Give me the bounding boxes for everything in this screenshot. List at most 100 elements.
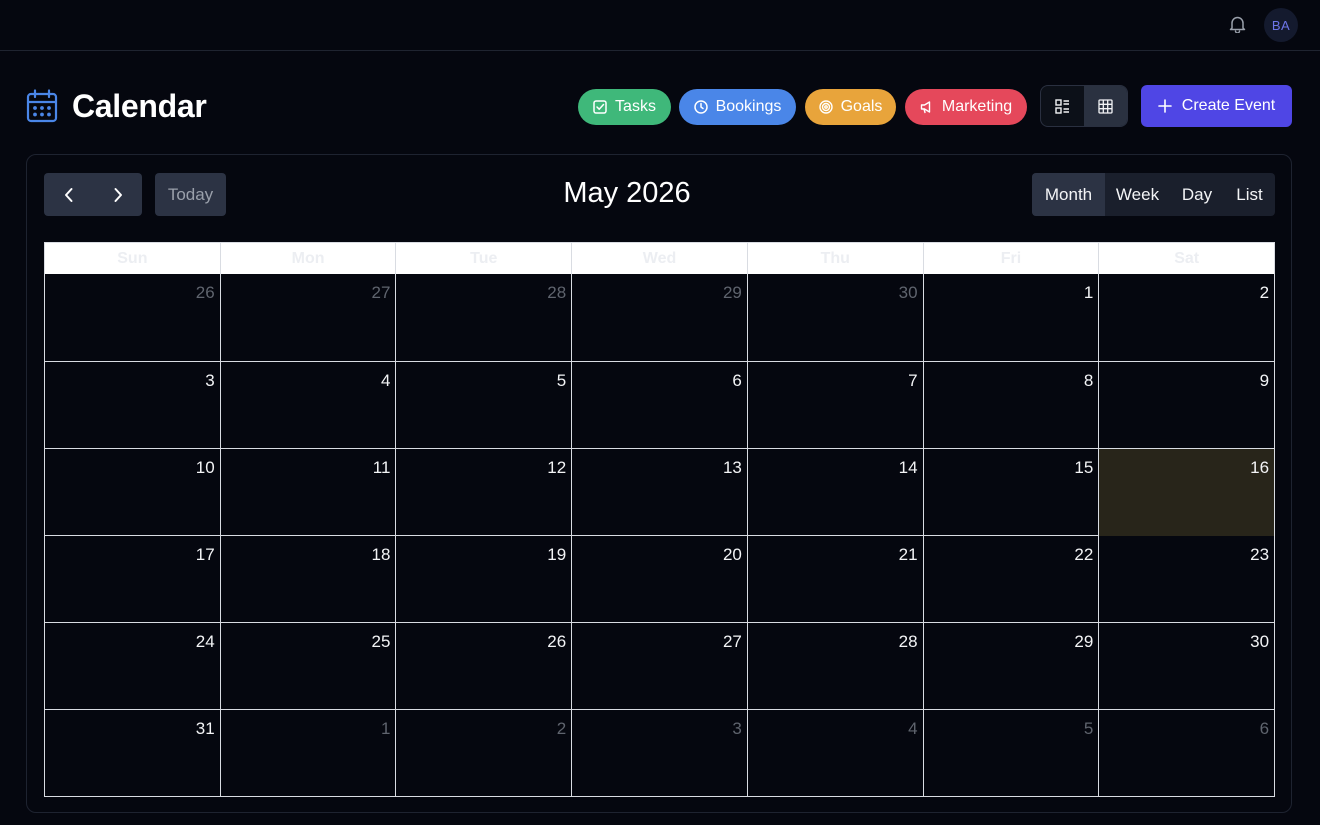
day-number[interactable]: 5 xyxy=(557,371,566,391)
day-cell[interactable]: 27 xyxy=(221,274,397,361)
next-month-button[interactable] xyxy=(93,173,142,216)
day-number[interactable]: 21 xyxy=(899,545,918,565)
filter-marketing-button[interactable]: Marketing xyxy=(905,89,1027,125)
day-cell[interactable]: 3 xyxy=(572,710,748,797)
day-number[interactable]: 6 xyxy=(732,371,741,391)
day-cell[interactable]: 2 xyxy=(1099,274,1274,361)
day-number[interactable]: 30 xyxy=(1250,632,1269,652)
day-cell[interactable]: 25 xyxy=(221,623,397,710)
day-cell[interactable]: 13 xyxy=(572,449,748,536)
day-number[interactable]: 27 xyxy=(372,283,391,303)
day-number[interactable]: 2 xyxy=(557,719,566,739)
day-cell[interactable]: 1 xyxy=(924,274,1100,361)
day-cell[interactable]: 31 xyxy=(45,710,221,797)
filter-bookings-button[interactable]: Bookings xyxy=(679,89,796,125)
day-number[interactable]: 10 xyxy=(196,458,215,478)
day-cell[interactable]: 15 xyxy=(924,449,1100,536)
day-cell[interactable]: 1 xyxy=(221,710,397,797)
day-cell[interactable]: 17 xyxy=(45,536,221,623)
day-cell[interactable]: 14 xyxy=(748,449,924,536)
day-number[interactable]: 1 xyxy=(1084,283,1093,303)
day-cell[interactable]: 12 xyxy=(396,449,573,536)
day-cell[interactable]: 4 xyxy=(221,362,397,449)
day-cell[interactable]: 18 xyxy=(221,536,397,623)
create-event-button[interactable]: Create Event xyxy=(1141,85,1292,127)
day-number[interactable]: 26 xyxy=(547,632,566,652)
bell-icon[interactable] xyxy=(1226,13,1248,35)
day-cell[interactable]: 24 xyxy=(45,623,221,710)
day-cell[interactable]: 19 xyxy=(396,536,573,623)
filter-goals-button[interactable]: Goals xyxy=(805,89,896,125)
day-cell[interactable]: 6 xyxy=(572,362,748,449)
day-number[interactable]: 3 xyxy=(205,371,214,391)
day-number[interactable]: 29 xyxy=(1074,632,1093,652)
day-number[interactable]: 17 xyxy=(196,545,215,565)
day-number[interactable]: 26 xyxy=(196,283,215,303)
day-number[interactable]: 8 xyxy=(1084,371,1093,391)
day-number[interactable]: 16 xyxy=(1250,458,1269,478)
day-cell[interactable]: 8 xyxy=(924,362,1100,449)
day-number[interactable]: 3 xyxy=(732,719,741,739)
day-cell[interactable]: 28 xyxy=(396,274,573,361)
day-number[interactable]: 9 xyxy=(1260,371,1269,391)
day-number[interactable]: 4 xyxy=(908,719,917,739)
day-cell[interactable]: 23 xyxy=(1099,536,1274,623)
day-cell[interactable]: 4 xyxy=(748,710,924,797)
day-number[interactable]: 30 xyxy=(899,283,918,303)
mode-month-button[interactable]: Month xyxy=(1032,173,1105,216)
mode-day-button[interactable]: Day xyxy=(1170,173,1224,216)
day-number[interactable]: 23 xyxy=(1250,545,1269,565)
day-cell[interactable]: 5 xyxy=(396,362,573,449)
day-number[interactable]: 28 xyxy=(547,283,566,303)
day-cell[interactable]: 22 xyxy=(924,536,1100,623)
day-cell[interactable]: 6 xyxy=(1099,710,1274,797)
day-cell[interactable]: 30 xyxy=(748,274,924,361)
day-number[interactable]: 20 xyxy=(723,545,742,565)
day-number[interactable]: 5 xyxy=(1084,719,1093,739)
day-number[interactable]: 19 xyxy=(547,545,566,565)
day-cell[interactable]: 2 xyxy=(396,710,573,797)
day-cell[interactable]: 29 xyxy=(572,274,748,361)
day-number[interactable]: 1 xyxy=(381,719,390,739)
day-cell[interactable]: 3 xyxy=(45,362,221,449)
day-number[interactable]: 28 xyxy=(899,632,918,652)
day-cell[interactable]: 11 xyxy=(221,449,397,536)
day-number[interactable]: 18 xyxy=(372,545,391,565)
today-button[interactable]: Today xyxy=(155,173,226,216)
day-cell[interactable]: 26 xyxy=(45,274,221,361)
day-cell[interactable]: 26 xyxy=(396,623,573,710)
day-number[interactable]: 29 xyxy=(723,283,742,303)
mode-list-button[interactable]: List xyxy=(1224,173,1275,216)
day-number[interactable]: 31 xyxy=(196,719,215,739)
prev-month-button[interactable] xyxy=(44,173,93,216)
day-cell[interactable]: 28 xyxy=(748,623,924,710)
day-number[interactable]: 22 xyxy=(1074,545,1093,565)
day-cell-today[interactable]: 16 xyxy=(1099,449,1275,536)
list-view-button[interactable] xyxy=(1041,86,1084,126)
day-number[interactable]: 6 xyxy=(1260,719,1269,739)
day-number[interactable]: 15 xyxy=(1074,458,1093,478)
day-cell[interactable]: 5 xyxy=(924,710,1100,797)
day-cell[interactable]: 10 xyxy=(45,449,221,536)
day-number[interactable]: 11 xyxy=(373,458,391,478)
day-number[interactable]: 13 xyxy=(723,458,742,478)
day-cell[interactable]: 29 xyxy=(924,623,1100,710)
filter-tasks-button[interactable]: Tasks xyxy=(578,89,671,125)
day-cell[interactable]: 9 xyxy=(1099,362,1274,449)
day-cell[interactable]: 27 xyxy=(572,623,748,710)
mode-week-button[interactable]: Week xyxy=(1105,173,1170,216)
day-cell[interactable]: 30 xyxy=(1099,623,1274,710)
day-number[interactable]: 12 xyxy=(547,458,566,478)
day-number[interactable]: 2 xyxy=(1260,283,1269,303)
day-number[interactable]: 24 xyxy=(196,632,215,652)
grid-view-button[interactable] xyxy=(1084,86,1127,126)
day-number[interactable]: 7 xyxy=(908,371,917,391)
day-cell[interactable]: 7 xyxy=(748,362,924,449)
day-number[interactable]: 4 xyxy=(381,371,390,391)
day-cell[interactable]: 21 xyxy=(748,536,924,623)
day-number[interactable]: 14 xyxy=(899,458,918,478)
avatar[interactable]: BA xyxy=(1264,8,1298,42)
day-number[interactable]: 27 xyxy=(723,632,742,652)
day-number[interactable]: 25 xyxy=(372,632,391,652)
day-cell[interactable]: 20 xyxy=(572,536,748,623)
